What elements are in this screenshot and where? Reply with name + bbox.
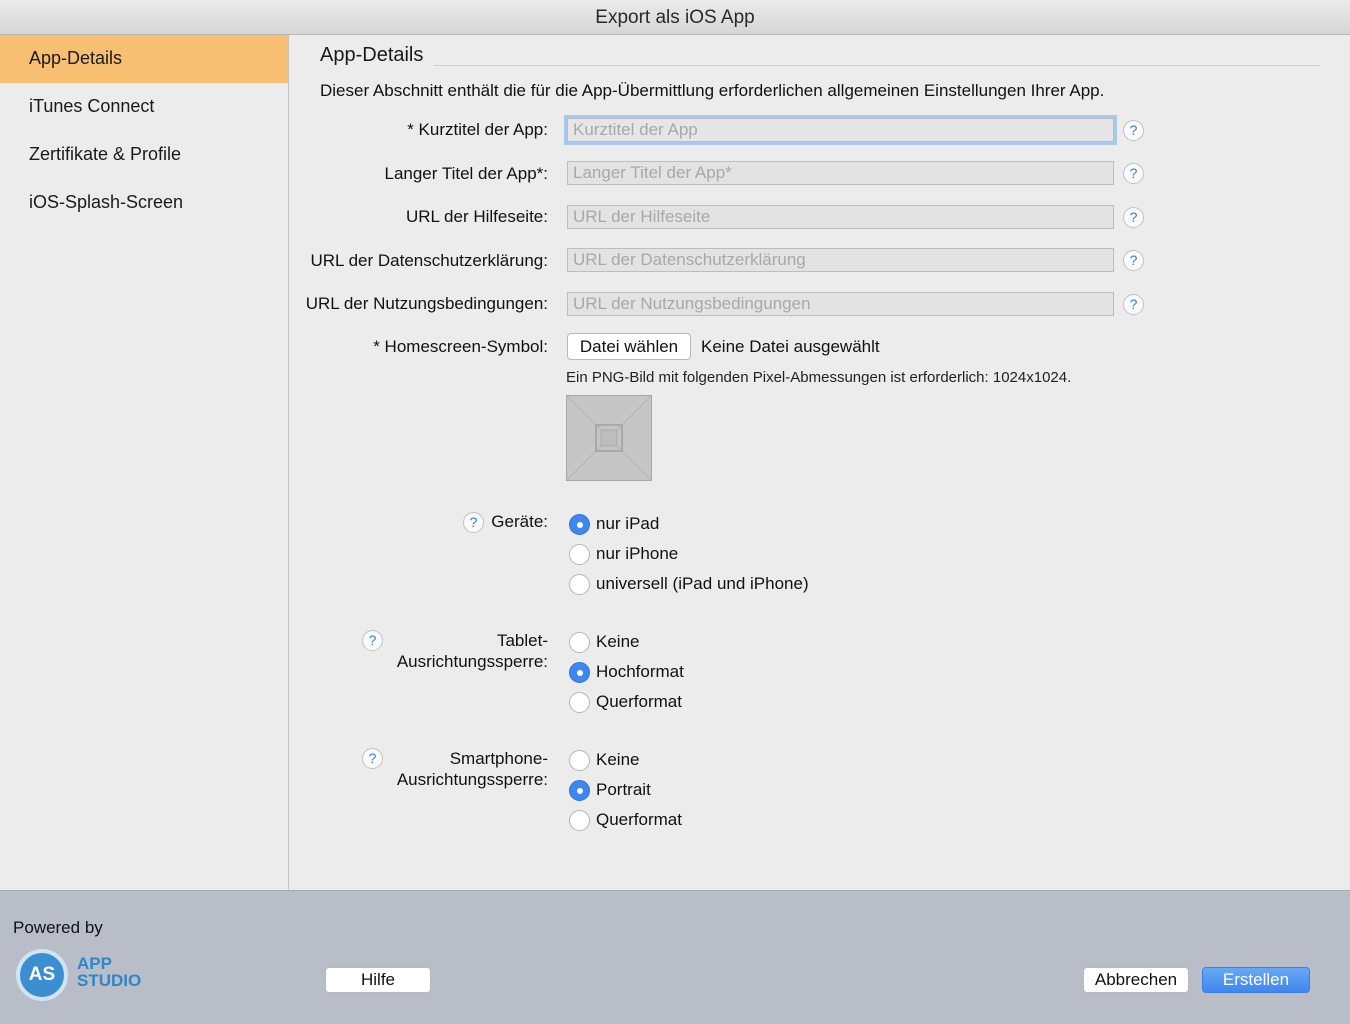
section-description: Dieser Abschnitt enthält die für die App… [320, 81, 1105, 100]
sidebar-item-certificates-profiles[interactable]: Zertifikate & Profile [0, 131, 288, 179]
radio-button[interactable] [569, 631, 590, 653]
radio-button[interactable] [569, 573, 590, 595]
privacy-url-help-icon[interactable]: ? [1123, 250, 1144, 271]
phone-lock-label-line2: Ausrichtungssperre: [396, 770, 548, 789]
devices-help-icon[interactable]: ? [463, 512, 484, 533]
homescreen-icon-label: * Homescreen-Symbol: [373, 337, 548, 356]
radio-button[interactable] [569, 779, 590, 801]
logo-text-line1: APP [77, 954, 112, 973]
phone-lock-label: Smartphone- Ausrichtungssperre: [397, 748, 548, 790]
radio-button[interactable] [569, 809, 590, 831]
section-title: App-Details [320, 44, 424, 66]
app-studio-logo-text: APP STUDIO [77, 955, 141, 989]
radio-label: Keine [596, 750, 640, 769]
radio-phone-none[interactable]: Keine [569, 748, 639, 772]
phone-lock-help-icon[interactable]: ? [362, 748, 383, 769]
file-status-text: Keine Datei ausgewählt [701, 337, 880, 356]
main-panel: App-Details Dieser Abschnitt enthält die… [290, 35, 1350, 890]
radio-tablet-landscape[interactable]: Querformat [569, 690, 682, 714]
radio-label: Portrait [596, 780, 651, 799]
create-button[interactable]: Erstellen [1202, 967, 1310, 993]
footer-bar: Powered by AS APP STUDIO Hilfe Abbrechen… [0, 890, 1350, 1024]
radio-devices-iphone[interactable]: nur iPhone [569, 542, 678, 566]
help-url-label: URL der Hilfeseite: [405, 207, 548, 226]
short-title-input[interactable] [567, 118, 1114, 142]
terms-url-label: URL der Nutzungsbedingungen: [305, 294, 548, 313]
radio-phone-portrait[interactable]: Portrait [569, 778, 651, 802]
sidebar-item-app-details[interactable]: App-Details [0, 35, 288, 83]
terms-url-help-icon[interactable]: ? [1123, 294, 1144, 315]
radio-button[interactable] [569, 661, 590, 683]
radio-label: Hochformat [596, 662, 684, 681]
logo-text-line2: STUDIO [77, 971, 142, 990]
radio-label: Querformat [596, 692, 682, 711]
privacy-url-label: URL der Datenschutzerklärung: [310, 251, 549, 270]
radio-tablet-none[interactable]: Keine [569, 630, 639, 654]
long-title-label: Langer Titel der App*: [384, 164, 548, 183]
help-url-input[interactable] [567, 205, 1114, 229]
phone-lock-label-line1: Smartphone- [449, 749, 548, 768]
section-divider [434, 65, 1320, 66]
sidebar-item-ios-splash-screen[interactable]: iOS-Splash-Screen [0, 179, 288, 227]
icon-preview-placeholder [566, 395, 652, 481]
long-title-help-icon[interactable]: ? [1123, 163, 1144, 184]
privacy-url-input[interactable] [567, 248, 1114, 272]
radio-label: Keine [596, 632, 640, 651]
radio-label: Querformat [596, 810, 682, 829]
short-title-label: * Kurztitel der App: [407, 120, 548, 139]
icon-size-hint: Ein PNG-Bild mit folgenden Pixel-Abmessu… [566, 369, 1072, 386]
tablet-lock-label: Tablet- Ausrichtungssperre: [397, 630, 548, 672]
radio-button[interactable] [569, 513, 590, 535]
radio-button[interactable] [569, 749, 590, 771]
tablet-lock-help-icon[interactable]: ? [362, 630, 383, 651]
cancel-button[interactable]: Abbrechen [1083, 967, 1189, 993]
tablet-lock-label-line2: Ausrichtungssperre: [396, 652, 548, 671]
radio-label: nur iPad [596, 514, 660, 533]
radio-label: universell (iPad und iPhone) [596, 574, 809, 593]
radio-label: nur iPhone [596, 544, 679, 563]
image-placeholder-icon [566, 395, 652, 481]
radio-tablet-portrait[interactable]: Hochformat [569, 660, 684, 684]
terms-url-input[interactable] [567, 292, 1114, 316]
help-button[interactable]: Hilfe [325, 967, 431, 993]
sidebar-item-itunes-connect[interactable]: iTunes Connect [0, 83, 288, 131]
app-studio-logo-icon: AS [16, 949, 68, 1001]
radio-devices-ipad[interactable]: nur iPad [569, 512, 659, 536]
radio-button[interactable] [569, 691, 590, 713]
devices-label: Geräte: [491, 512, 548, 531]
radio-devices-universal[interactable]: universell (iPad und iPhone) [569, 572, 809, 596]
radio-button[interactable] [569, 543, 590, 565]
sidebar: App-Details iTunes Connect Zertifikate &… [0, 35, 289, 890]
radio-phone-landscape[interactable]: Querformat [569, 808, 682, 832]
help-url-help-icon[interactable]: ? [1123, 207, 1144, 228]
powered-by-text: Powered by [13, 918, 103, 937]
tablet-lock-label-line1: Tablet- [496, 631, 548, 650]
short-title-help-icon[interactable]: ? [1123, 120, 1144, 141]
window-title: Export als iOS App [0, 0, 1350, 35]
long-title-input[interactable] [567, 161, 1114, 185]
choose-file-button[interactable]: Datei wählen [567, 333, 691, 360]
